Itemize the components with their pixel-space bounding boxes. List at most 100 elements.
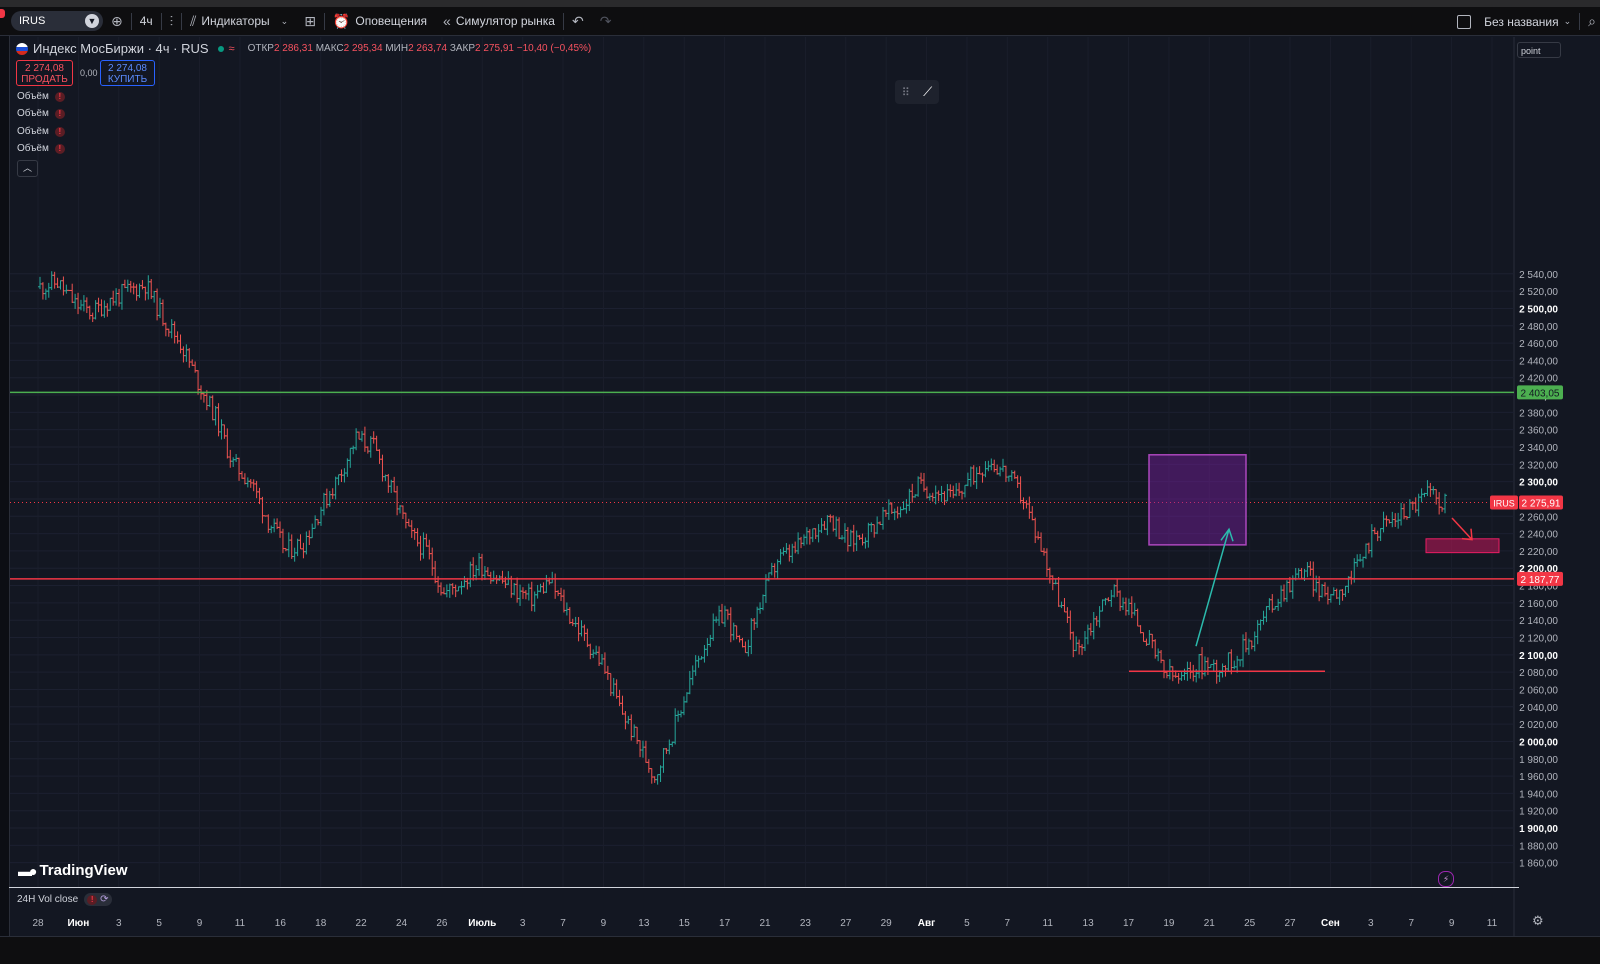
uptrend-arrow[interactable]: [1195, 529, 1230, 647]
x-tick-label: 17: [1123, 918, 1135, 929]
y-tick-label: 2 460,00: [1519, 339, 1558, 350]
error-icon: !: [87, 894, 98, 905]
lightning-icon[interactable]: ⚡: [1438, 871, 1454, 887]
x-tick-label: 13: [638, 918, 650, 929]
bottom-panel: [0, 936, 1600, 964]
error-icon[interactable]: !: [54, 143, 65, 154]
volume-pane-status[interactable]: ! ⟳: [84, 893, 112, 906]
indicator-label: Объём: [17, 91, 49, 102]
sell-price: 2 274,08: [25, 63, 64, 74]
x-tick-label: 24: [396, 918, 408, 929]
x-tick-label: 11: [235, 918, 246, 929]
indicator-label: Объём: [17, 126, 49, 137]
resistance-label: 2 403,05: [1521, 388, 1560, 399]
buy-button[interactable]: 2 274,08 КУПИТЬ: [100, 60, 155, 86]
y-tick-label: 2 240,00: [1519, 530, 1558, 541]
y-tick-label: 2 040,00: [1519, 703, 1558, 714]
tradingview-logo-icon: ▬●: [18, 862, 38, 879]
y-tick-label: 2 300,00: [1519, 478, 1558, 489]
x-tick-label: 23: [800, 918, 812, 929]
spread-value: 0,00: [80, 68, 98, 78]
floating-drawing-toolbar: ⠿ ⟋: [895, 80, 939, 104]
symbol-label: IRUS: [1493, 499, 1515, 509]
y-tick-label: 1 960,00: [1519, 772, 1558, 783]
x-tick-label: 19: [1163, 918, 1175, 929]
downtrend-arrow[interactable]: [1451, 517, 1473, 541]
x-tick-label: 27: [840, 918, 852, 929]
x-tick-label: Сен: [1321, 918, 1340, 929]
change-value: −10,40 (−0,45%): [516, 43, 592, 54]
x-tick-label: 29: [881, 918, 893, 929]
trend-line-icon[interactable]: ⟋: [923, 84, 932, 100]
y-tick-label: 2 340,00: [1519, 443, 1558, 454]
y-tick-label: 2 380,00: [1519, 408, 1558, 419]
x-tick-label: 3: [116, 918, 122, 929]
indicator-volume-1[interactable]: Объём!: [17, 91, 65, 102]
indicator-label: Объём: [17, 108, 49, 119]
y-tick-label: 1 860,00: [1519, 859, 1558, 870]
y-tick-label: 2 520,00: [1519, 287, 1558, 298]
sell-button[interactable]: 2 274,08 ПРОДАТЬ: [16, 60, 73, 86]
tradingview-wordmark: TradingView: [39, 862, 128, 879]
y-tick-label: 2 480,00: [1519, 322, 1558, 333]
x-tick-label: 3: [1368, 918, 1374, 929]
x-tick-label: 27: [1284, 918, 1296, 929]
market-open-dot: [217, 45, 224, 52]
indicator-volume-3[interactable]: Объём!: [17, 126, 65, 137]
close-value: 2 275,91: [475, 43, 514, 54]
collapse-indicators-button[interactable]: ︿: [17, 160, 38, 177]
y-tick-label: 2 080,00: [1519, 668, 1558, 679]
drag-handle-icon[interactable]: ⠿: [902, 86, 910, 99]
price-chart[interactable]: 2 540,00 2 520,00 2 500,00 2 480,00 2 460,00…: [0, 0, 1600, 963]
high-value: 2 295,34: [343, 43, 383, 54]
x-tick-label: 7: [560, 918, 566, 929]
y-tick-label: 2 360,00: [1519, 426, 1558, 437]
buy-price: 2 274,08: [108, 63, 147, 74]
pane-separator[interactable]: [9, 887, 1519, 888]
error-icon[interactable]: !: [54, 108, 65, 119]
x-tick-label: Июн: [67, 918, 89, 929]
y-tick-label: 2 100,00: [1519, 651, 1558, 662]
error-icon[interactable]: !: [54, 91, 65, 102]
x-tick-label: 5: [964, 918, 970, 929]
close-label: ЗАКР: [449, 43, 476, 54]
y-tick-label: 2 420,00: [1519, 374, 1558, 385]
x-tick-label: 7: [1408, 918, 1414, 929]
tradingview-logo: ▬● TradingView: [18, 862, 128, 879]
x-tick-label: 11: [1487, 918, 1498, 929]
y-tick-label: 2 000,00: [1519, 737, 1558, 748]
low-label: МИН: [385, 43, 409, 54]
volume-pane-label: 24H Vol close: [17, 894, 79, 905]
sell-label: ПРОДАТЬ: [21, 74, 68, 85]
x-tick-label: 15: [679, 918, 691, 929]
x-tick-label: 22: [356, 918, 368, 929]
y-tick-label: 2 060,00: [1519, 685, 1558, 696]
x-tick-label: 26: [436, 918, 448, 929]
y-tick-label: 1 980,00: [1519, 755, 1558, 766]
x-tick-label: 3: [520, 918, 526, 929]
purple-rectangle-drawing[interactable]: [1148, 454, 1247, 546]
x-tick-label: 5: [156, 918, 162, 929]
y-tick-label: 2 020,00: [1519, 720, 1558, 731]
gear-icon[interactable]: ⚙: [1532, 913, 1544, 929]
y-tick-label: 2 220,00: [1519, 547, 1558, 558]
x-tick-label: 21: [1204, 918, 1216, 929]
low-value: 2 263,74: [408, 43, 448, 54]
y-tick-label: 2 120,00: [1519, 634, 1558, 645]
x-tick-label: 9: [1449, 918, 1455, 929]
x-tick-label: 21: [759, 918, 771, 929]
x-tick-label: 11: [1043, 918, 1054, 929]
volume-pane-legend: 24H Vol close ! ⟳: [17, 893, 112, 906]
target-zone-rectangle[interactable]: [1425, 538, 1500, 554]
indicator-volume-4[interactable]: Объём!: [17, 143, 65, 154]
x-tick-label: 9: [601, 918, 607, 929]
legend-title: Индекс МосБиржи · 4ч · RUS: [33, 41, 209, 56]
y-tick-label: 2 440,00: [1519, 356, 1558, 367]
scale-mode-label[interactable]: point: [1517, 42, 1561, 58]
y-tick-label: 2 540,00: [1519, 270, 1558, 281]
indicator-volume-2[interactable]: Объём!: [17, 108, 65, 119]
last-price-label: 2 275,91: [1522, 499, 1561, 510]
high-label: МАКС: [315, 43, 344, 54]
error-icon[interactable]: !: [54, 126, 65, 137]
x-tick-label: 28: [32, 918, 44, 929]
